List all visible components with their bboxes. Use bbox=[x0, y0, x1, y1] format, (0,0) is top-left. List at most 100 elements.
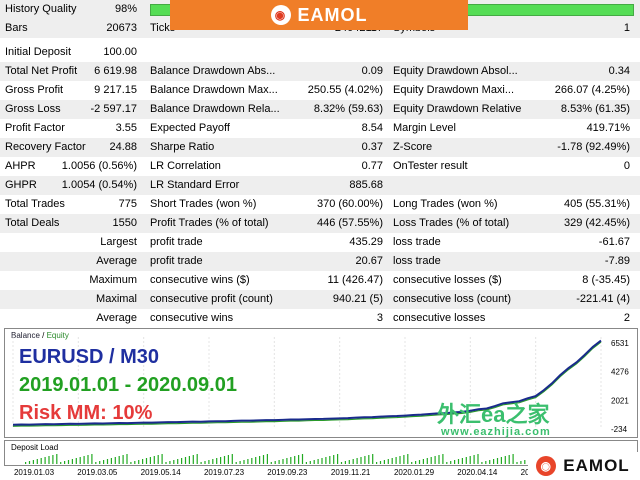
deposit-load-bar bbox=[274, 461, 276, 464]
deposit-load-bar bbox=[71, 459, 73, 464]
metric-label: LR Correlation bbox=[150, 160, 221, 172]
deposit-load-bar bbox=[145, 458, 148, 464]
metric-value: 0.77 bbox=[361, 160, 383, 172]
report-row: Total Deals 1550 Profit Trades (% of total… bbox=[0, 214, 640, 233]
metric-value: -221.41 (4) bbox=[576, 293, 630, 305]
metric-value: 266.07 (4.25%) bbox=[554, 84, 630, 96]
overlay-risk: Risk MM: 10% bbox=[19, 402, 153, 424]
report-row: Initial Deposit 100.00 bbox=[0, 43, 640, 62]
deposit-load-bar bbox=[181, 458, 183, 464]
deposit-load-bar bbox=[477, 454, 479, 464]
deposit-load-bar bbox=[465, 457, 467, 464]
report-row: Total Trades 775 Short Trades (won %) 370 (… bbox=[0, 195, 640, 214]
row-group-label: Maximum bbox=[89, 274, 137, 286]
deposit-load-bar bbox=[270, 462, 272, 464]
report-row: Gross Profit 9 217.15 Balance Drawdown Max… bbox=[0, 81, 640, 100]
metric-label: OnTester result bbox=[393, 160, 468, 172]
metric-label: Balance Drawdown Abs... bbox=[150, 65, 276, 77]
deposit-load-bar bbox=[356, 458, 358, 464]
metric-value: 11 (426.47) bbox=[327, 274, 383, 286]
deposit-load-bar bbox=[294, 456, 296, 464]
deposit-load-bar bbox=[508, 455, 510, 464]
deposit-load-bar bbox=[231, 454, 233, 464]
deposit-load-bar bbox=[130, 462, 132, 464]
y-tick-label: 6531 bbox=[611, 339, 629, 348]
deposit-load-bar bbox=[317, 459, 319, 464]
deposit-load-bar bbox=[126, 454, 128, 464]
strategy-tester-report: History Quality 98% Bars20673Ticks240421… bbox=[0, 0, 640, 327]
deposit-load-bar bbox=[512, 454, 514, 464]
report-row: Recovery Factor 24.88 Sharpe Ratio 0.37 Z-Sc… bbox=[0, 138, 640, 157]
metric-label: Gross Profit bbox=[5, 84, 64, 96]
deposit-load-bar bbox=[142, 459, 144, 464]
metric-label: Z-Score bbox=[393, 141, 433, 153]
metric-label: Equity Drawdown Relative bbox=[393, 103, 522, 115]
deposit-load-bar bbox=[430, 457, 432, 464]
deposit-load-bar bbox=[212, 459, 214, 464]
robot-icon: ◉ bbox=[536, 456, 557, 476]
deposit-load-bar bbox=[266, 454, 268, 464]
metric-label: Total Net Profit bbox=[5, 65, 78, 77]
deposit-load-bar bbox=[110, 458, 112, 464]
date-tick-label: 2019.01.03 bbox=[13, 468, 55, 477]
deposit-load-bar bbox=[301, 454, 304, 464]
deposit-load-bar bbox=[418, 460, 421, 464]
deposit-load-bar bbox=[504, 456, 506, 464]
deposit-load-bar bbox=[173, 460, 175, 464]
deposit-load-bar bbox=[395, 457, 397, 464]
metric-label: consecutive wins bbox=[150, 312, 234, 324]
deposit-load-bar bbox=[208, 460, 210, 464]
deposit-load-bar bbox=[360, 457, 362, 464]
deposit-load-bar bbox=[329, 456, 331, 464]
metric-label: Margin Level bbox=[393, 122, 456, 134]
date-tick-label: 2019.09.23 bbox=[267, 468, 308, 477]
metric-label: loss trade bbox=[393, 255, 441, 267]
metric-value: 20.67 bbox=[355, 255, 383, 267]
date-tick-label: 2019.05.14 bbox=[140, 468, 181, 477]
deposit-load-bar bbox=[524, 460, 526, 464]
report-row: Average consecutive wins 3 consecutive loss… bbox=[0, 309, 640, 328]
deposit-load-bar bbox=[122, 455, 124, 464]
deposit-load-bar bbox=[305, 462, 307, 464]
deposit-load-bar bbox=[169, 461, 171, 464]
deposit-load-bar bbox=[286, 458, 288, 464]
deposit-load-bar bbox=[87, 455, 89, 464]
report-row: GHPR 1.0054 (0.54%) LR Standard Error 885.6… bbox=[0, 176, 640, 195]
deposit-load-bar bbox=[243, 460, 245, 464]
metric-label: Total Deals bbox=[5, 217, 60, 229]
deposit-load-bar bbox=[387, 459, 389, 464]
metric-label: Profit Factor bbox=[5, 122, 65, 134]
deposit-load-bar bbox=[103, 460, 105, 464]
metric-label: consecutive profit (count) bbox=[150, 293, 273, 305]
overlay-dates: 2019.01.01 - 2020.09.01 bbox=[19, 374, 237, 396]
deposit-load-bar bbox=[516, 462, 518, 464]
date-tick-label: 2020.04.14 bbox=[457, 468, 498, 477]
deposit-load-bar bbox=[352, 459, 354, 464]
metric-value: 8.32% (59.63) bbox=[313, 103, 383, 115]
metric-label: Short Trades (won %) bbox=[150, 198, 257, 210]
deposit-load-bar bbox=[95, 462, 97, 464]
deposit-load-bar bbox=[83, 456, 85, 464]
eamol-logo-top: ◉ EAMOL bbox=[170, 0, 468, 30]
metric-label: Recovery Factor bbox=[5, 141, 86, 153]
overlay-symbol: EURUSD / M30 bbox=[19, 346, 160, 368]
deposit-load-bar bbox=[399, 456, 401, 464]
row-group-label: Average bbox=[96, 255, 137, 267]
metric-value: 329 (42.45%) bbox=[563, 217, 630, 229]
deposit-load-bar bbox=[192, 455, 194, 464]
y-tick-label: 4276 bbox=[611, 368, 629, 377]
metric-label: profit trade bbox=[150, 236, 203, 248]
metric-value: 2 bbox=[623, 312, 630, 324]
metric-value: 0 bbox=[623, 160, 630, 172]
metric-value: -61.67 bbox=[598, 236, 630, 248]
metric-label: Profit Trades (% of total) bbox=[150, 217, 269, 229]
report-row: Total Net Profit 6 619.98 Balance Drawdown… bbox=[0, 62, 640, 81]
deposit-load-bar bbox=[344, 461, 346, 464]
date-tick-label: 2019.07.23 bbox=[203, 468, 245, 477]
metric-label: Initial Deposit bbox=[5, 46, 72, 58]
row-group-label: Average bbox=[96, 312, 137, 324]
metric-label: AHPR bbox=[5, 160, 36, 172]
metric-value: -1.78 (92.49%) bbox=[557, 141, 630, 153]
deposit-load-bar bbox=[28, 461, 31, 464]
deposit-load-bar bbox=[372, 454, 374, 464]
